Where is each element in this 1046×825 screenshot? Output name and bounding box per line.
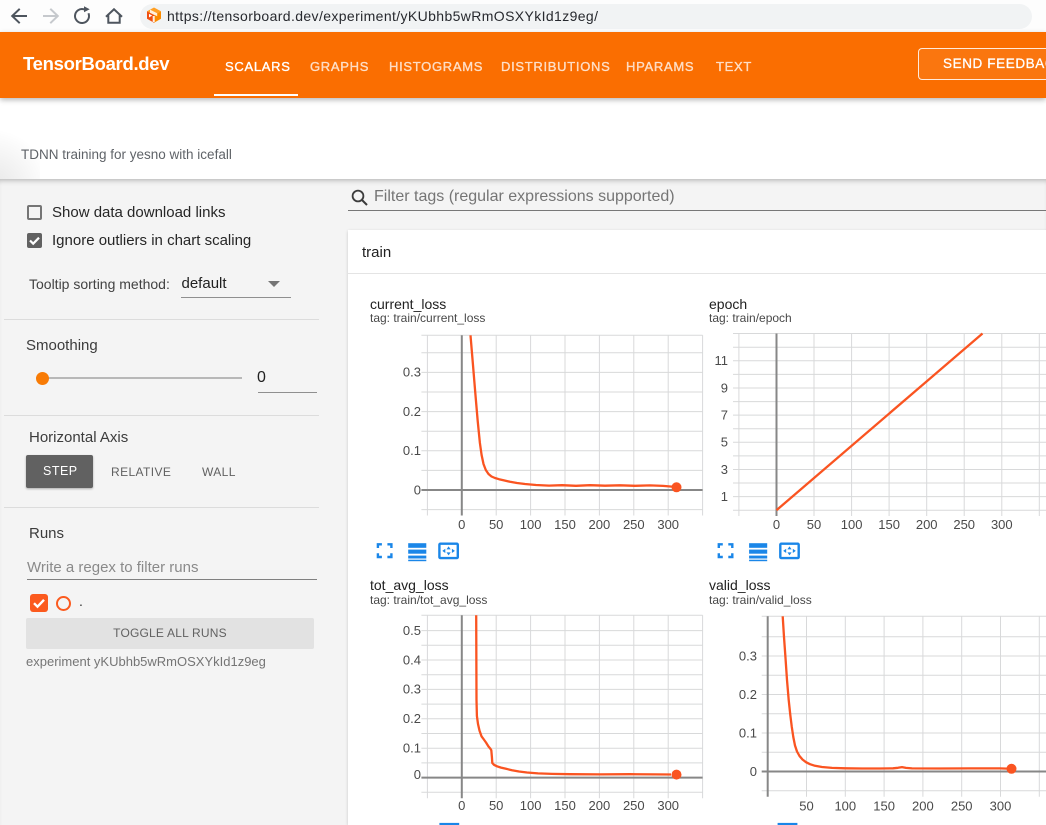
svg-text:0.2: 0.2 [739,687,757,702]
svg-text:7: 7 [721,407,728,422]
svg-text:200: 200 [589,798,611,813]
svg-text:0.2: 0.2 [403,711,421,726]
svg-text:0: 0 [750,764,757,779]
svg-text:0: 0 [414,482,421,497]
svg-text:200: 200 [912,799,934,814]
svg-text:0.1: 0.1 [739,725,757,740]
svg-text:1: 1 [721,489,728,504]
svg-text:250: 250 [623,798,645,813]
svg-text:0.1: 0.1 [403,741,421,756]
svg-text:250: 250 [623,517,645,532]
svg-text:300: 300 [657,798,679,813]
svg-text:0.2: 0.2 [403,404,421,419]
svg-text:100: 100 [520,798,542,813]
svg-text:150: 150 [554,798,576,813]
svg-text:250: 250 [951,799,973,814]
svg-text:200: 200 [916,517,938,532]
svg-text:0.3: 0.3 [403,682,421,697]
svg-text:0.5: 0.5 [403,623,421,638]
svg-text:50: 50 [489,517,503,532]
svg-text:0.1: 0.1 [403,443,421,458]
svg-text:150: 150 [878,517,900,532]
svg-text:100: 100 [520,517,542,532]
svg-text:250: 250 [953,517,975,532]
svg-text:11: 11 [715,353,729,368]
svg-text:0.3: 0.3 [739,648,757,663]
svg-text:200: 200 [589,517,611,532]
svg-text:50: 50 [807,517,821,532]
svg-text:0: 0 [458,517,465,532]
svg-text:0.3: 0.3 [403,365,421,380]
svg-text:150: 150 [554,517,576,532]
svg-text:50: 50 [489,798,503,813]
svg-text:3: 3 [721,462,728,477]
svg-text:0: 0 [458,798,465,813]
svg-text:5: 5 [721,435,728,450]
svg-text:300: 300 [657,517,679,532]
svg-text:300: 300 [991,517,1013,532]
svg-text:300: 300 [990,799,1012,814]
svg-text:150: 150 [873,799,895,814]
svg-text:9: 9 [721,380,728,395]
svg-text:0.4: 0.4 [403,652,421,667]
svg-text:0: 0 [773,517,780,532]
svg-text:50: 50 [799,799,813,814]
svg-text:0: 0 [414,767,421,782]
svg-text:100: 100 [834,799,856,814]
svg-text:100: 100 [841,517,863,532]
